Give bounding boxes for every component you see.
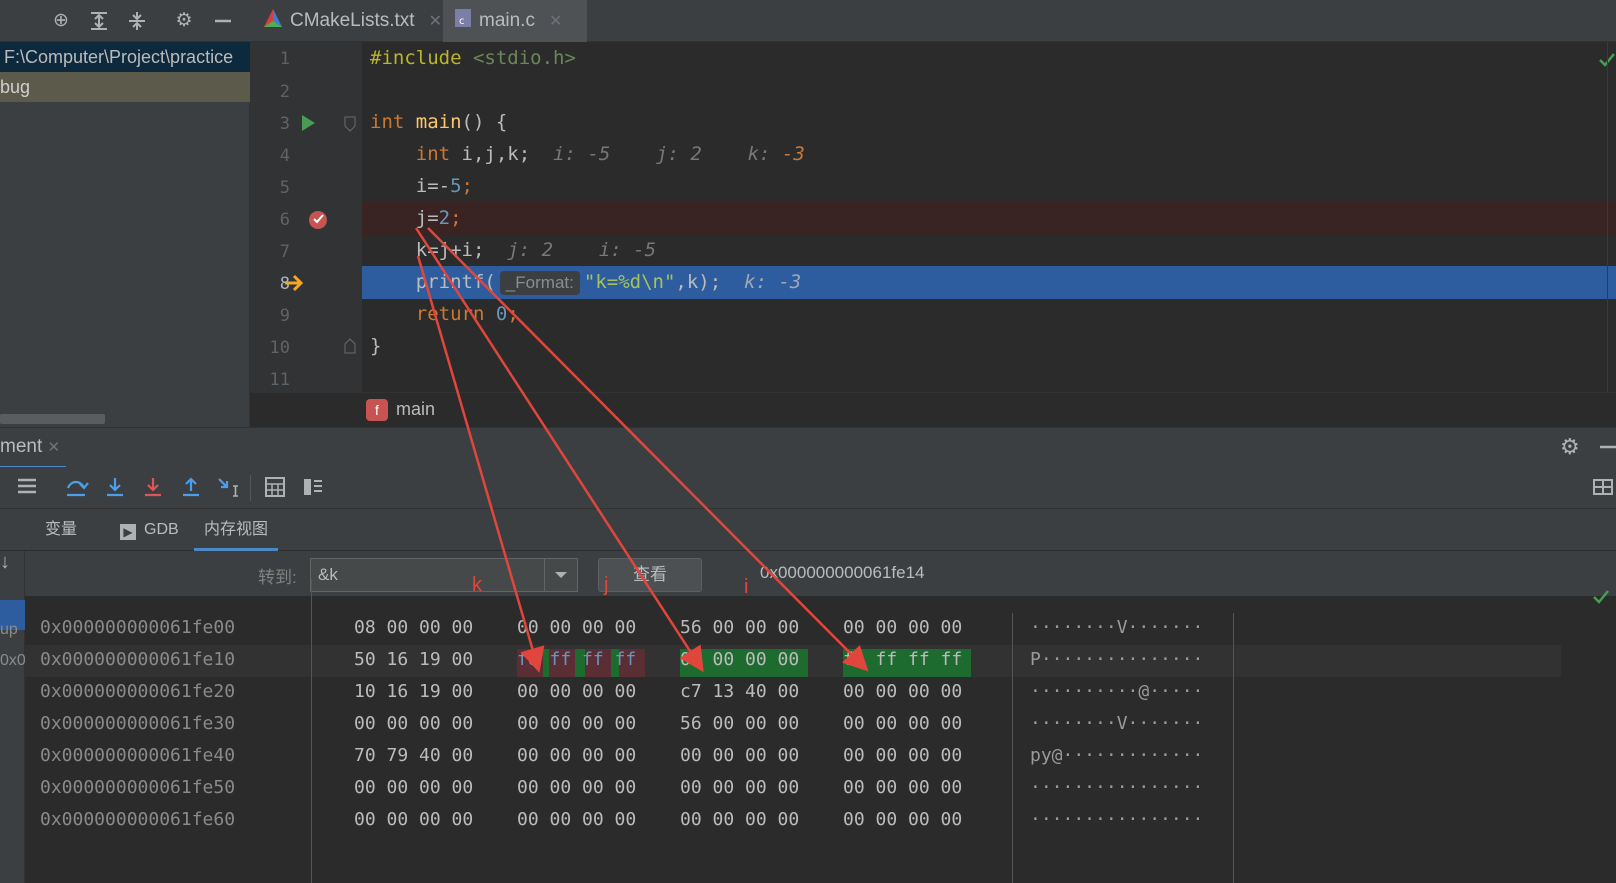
- debug-window-header: ment ✕ ⚙: [0, 427, 1616, 469]
- view-button[interactable]: 查看: [598, 558, 702, 592]
- line-number: 6: [279, 210, 290, 230]
- editor-gutter: 1 2 3 4 5 6 7 8 9 10 11: [250, 42, 362, 392]
- execution-point-icon: [283, 273, 305, 298]
- debug-tabs: 变量 ▶ GDB 内存视图: [0, 509, 1616, 551]
- tab-label: CMakeLists.txt: [290, 10, 415, 31]
- line-number: 2: [279, 82, 290, 102]
- project-path[interactable]: F:\Computer\Project\practice: [0, 42, 250, 72]
- code-line-7: k=j+i; j: 2 i: -5: [415, 239, 657, 261]
- frames-strip: ↓ up 0x0: [0, 551, 26, 883]
- tab-memory-view[interactable]: 内存视图: [194, 509, 279, 551]
- editor-tab-bar: CMakeLists.txt ✕ c main.c ✕: [250, 0, 1616, 45]
- code-editor[interactable]: 1 2 3 4 5 6 7 8 9 10 11 #include <stdio.…: [250, 42, 1616, 392]
- menu-icon[interactable]: [14, 476, 40, 500]
- close-icon[interactable]: ✕: [429, 11, 442, 31]
- code-line-3: int main() {: [370, 111, 508, 133]
- line-number: 1: [279, 49, 290, 69]
- step-over-icon[interactable]: [64, 476, 90, 500]
- step-out-icon[interactable]: [178, 476, 204, 500]
- project-toolbar: ⊕ ⚙: [0, 0, 250, 42]
- annotation-label-j: j: [604, 574, 609, 596]
- project-tree-item[interactable]: bug: [0, 72, 250, 102]
- gear-icon[interactable]: ⚙: [173, 10, 195, 32]
- debug-session-tab[interactable]: ment ✕: [0, 428, 67, 469]
- expand-all-icon[interactable]: [88, 10, 110, 32]
- frame-fragment: 0x0: [0, 652, 26, 669]
- tab-cmakelists[interactable]: CMakeLists.txt ✕: [252, 0, 452, 42]
- fold-icon[interactable]: [344, 116, 356, 137]
- step-into-icon[interactable]: [102, 476, 128, 500]
- run-to-cursor-icon[interactable]: [216, 476, 242, 500]
- c-file-icon: c: [453, 7, 473, 35]
- close-icon[interactable]: ✕: [48, 439, 61, 456]
- code-line-1: #include <stdio.h>: [370, 47, 576, 69]
- line-number: 10: [269, 338, 290, 358]
- fold-icon[interactable]: [344, 338, 356, 359]
- code-line-10: }: [370, 335, 382, 357]
- console-icon: ▶: [120, 524, 136, 540]
- code-line-9: return 0;: [415, 303, 519, 325]
- tab-label: main.c: [479, 10, 535, 31]
- line-number: 7: [279, 242, 290, 262]
- restore-layout-icon[interactable]: [1590, 476, 1616, 500]
- close-icon[interactable]: ✕: [549, 11, 562, 31]
- code-line-5: i=-5;: [415, 175, 473, 197]
- collapse-all-icon[interactable]: [126, 10, 148, 32]
- project-panel: F:\Computer\Project\practice bug: [0, 42, 250, 427]
- debug-toolbar: [0, 467, 1616, 509]
- svg-text:c: c: [459, 16, 465, 27]
- layout-icon[interactable]: [300, 476, 326, 500]
- line-number: 11: [269, 370, 290, 390]
- minimize-icon[interactable]: [1598, 436, 1616, 463]
- current-address: 0x000000000061fe14: [760, 563, 925, 582]
- memory-goto-bar: 转到: &k 查看 0x000000000061fe14: [25, 551, 1616, 597]
- line-number: 9: [279, 306, 290, 326]
- annotation-label-k: k: [472, 574, 482, 596]
- arrow-down-icon[interactable]: ↓: [0, 551, 10, 574]
- tab-main-c[interactable]: c main.c ✕: [443, 0, 587, 45]
- cmake-icon: [262, 7, 284, 35]
- parameter-hint: _Format:: [499, 270, 580, 295]
- divider: [1233, 613, 1234, 883]
- editor-scrollbar[interactable]: [1607, 42, 1616, 392]
- divider: [311, 579, 312, 883]
- gear-icon[interactable]: ⚙: [1560, 434, 1580, 460]
- run-icon[interactable]: [300, 114, 316, 137]
- memory-view[interactable]: 0x000000000061fe00 08 00 00 00 00 00 00 …: [25, 579, 1616, 883]
- goto-label: 转到:: [258, 568, 297, 587]
- breakpoint-icon[interactable]: [308, 208, 330, 235]
- breadcrumb-item[interactable]: main: [396, 399, 435, 420]
- tab-gdb[interactable]: ▶ GDB: [110, 509, 189, 551]
- chevron-down-icon[interactable]: [544, 559, 577, 591]
- minimize-icon[interactable]: [212, 10, 234, 32]
- goto-combobox[interactable]: &k: [310, 558, 578, 592]
- annotation-label-i: i: [744, 576, 749, 598]
- horizontal-scrollbar[interactable]: [0, 414, 105, 424]
- code-line-4: int i,j,k; i: -5 j: 2 k: -3: [415, 143, 805, 165]
- tab-variables[interactable]: 变量: [35, 509, 87, 551]
- function-badge: f: [366, 399, 388, 421]
- checkmark-icon: [1592, 589, 1610, 610]
- breadcrumb: f main: [250, 392, 1616, 427]
- divider: [1012, 613, 1013, 883]
- force-step-into-icon[interactable]: [140, 476, 166, 500]
- frame-fragment: up: [0, 621, 18, 638]
- line-number: 3: [279, 114, 290, 134]
- evaluate-expression-icon[interactable]: [262, 476, 288, 500]
- goto-input[interactable]: &k: [318, 565, 338, 585]
- code-line-8-current: printf(_Format: "k=%d\n",k); k: -3: [362, 266, 1616, 299]
- crosshair-icon[interactable]: ⊕: [50, 10, 72, 32]
- code-line-6-breakpoint: j=2;: [362, 202, 1616, 235]
- line-number: 4: [279, 146, 290, 166]
- toolbar-divider: [250, 475, 251, 501]
- line-number: 5: [279, 178, 290, 198]
